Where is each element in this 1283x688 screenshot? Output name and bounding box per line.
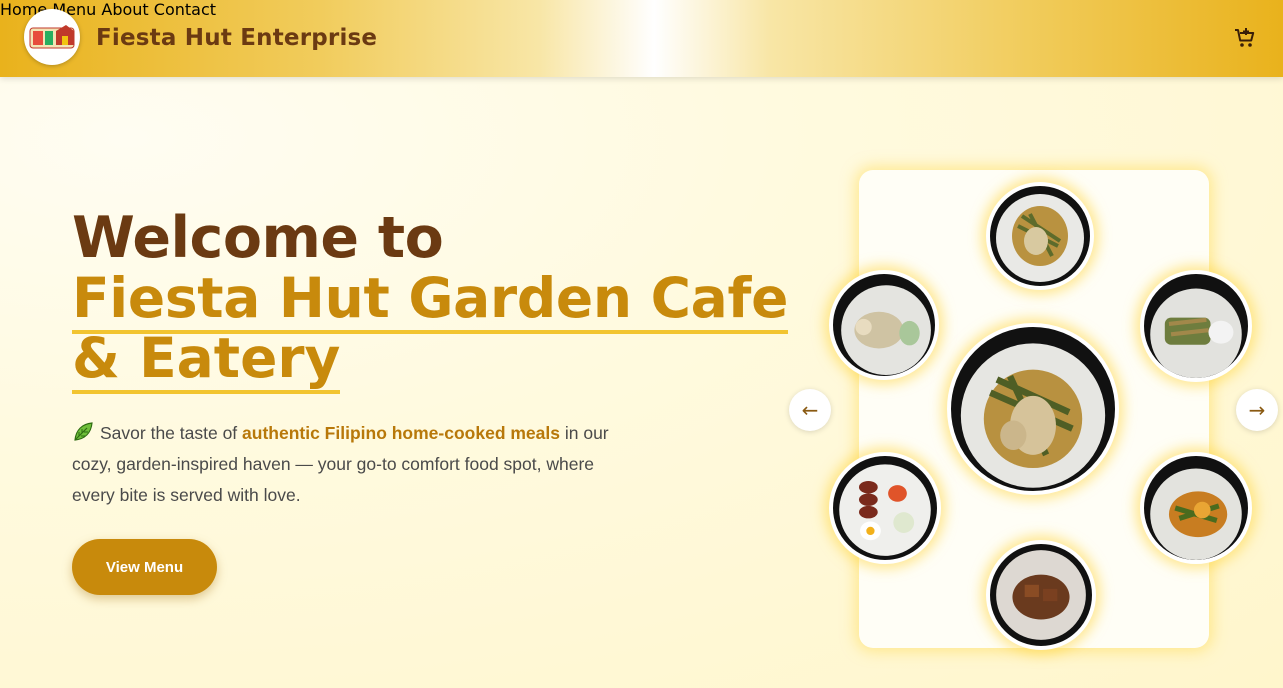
brand-logo[interactable] [24, 9, 80, 65]
dish-image-right-top[interactable] [1140, 270, 1252, 382]
desc-highlight: authentic Filipino home-cooked meals [242, 423, 560, 443]
view-menu-button[interactable]: View Menu [72, 539, 217, 595]
cart-icon[interactable] [1233, 26, 1257, 50]
nav-about[interactable]: About [101, 0, 148, 19]
carousel-prev-button[interactable]: ← [789, 389, 831, 431]
nav-contact[interactable]: Contact [154, 0, 216, 19]
brand-name[interactable]: Fiesta Hut Enterprise [96, 25, 377, 51]
leaf-icon [72, 421, 94, 443]
hero-title-highlight-2: & Eatery [72, 326, 341, 394]
dish-image-left-top[interactable] [829, 270, 939, 380]
hero-title-line3: & Eatery [72, 326, 341, 394]
dish-image-bottom[interactable] [986, 540, 1096, 650]
dish-image-right-bottom[interactable] [1140, 452, 1252, 564]
hero-description: Savor the taste of authentic Filipino ho… [72, 418, 612, 511]
dish-image-center[interactable] [947, 323, 1119, 495]
hero-title-line1: Welcome to [72, 205, 444, 271]
hero-title-line2: Fiesta Hut Garden Cafe [72, 266, 788, 334]
carousel-next-button[interactable]: → [1236, 389, 1278, 431]
dish-image-top[interactable] [986, 182, 1094, 290]
dish-image-left-bottom[interactable] [829, 452, 941, 564]
hero-title-highlight: Fiesta Hut Garden Cafe [72, 266, 788, 334]
top-navbar: Fiesta Hut Enterprise Home Menu About Co… [0, 0, 1283, 77]
desc-prefix: Savor the taste of [100, 423, 243, 443]
logo-image [29, 25, 75, 49]
